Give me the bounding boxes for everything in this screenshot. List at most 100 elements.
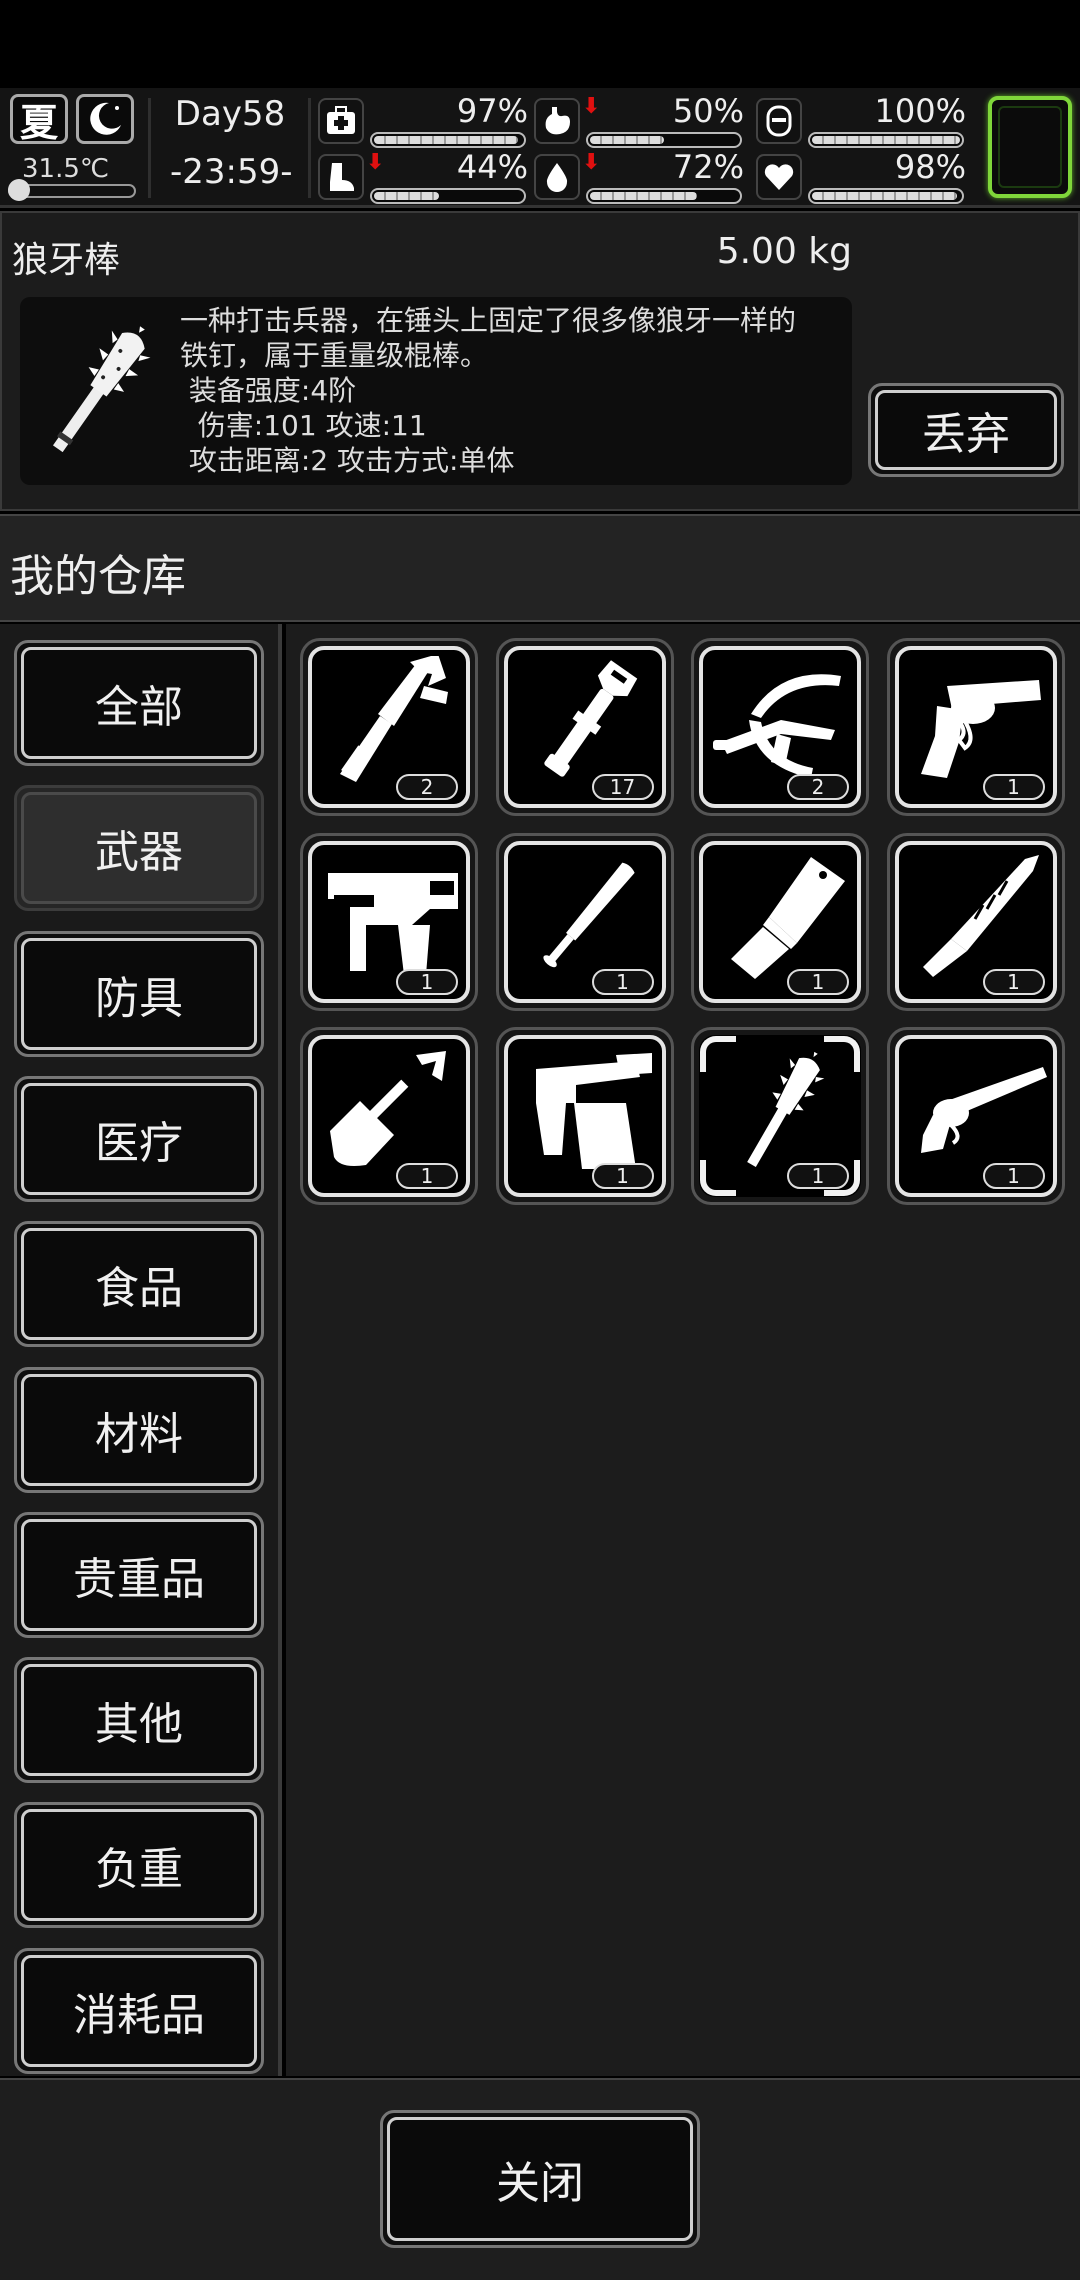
stat-bar: [808, 132, 964, 148]
close-button[interactable]: 关闭: [380, 2110, 700, 2248]
category-label: 材料: [21, 1373, 257, 1486]
slot-frame: 1: [894, 1035, 1057, 1197]
slot-frame: 1: [699, 840, 861, 1003]
item-count-badge: 2: [787, 774, 849, 800]
boot-icon: [318, 154, 364, 200]
down-arrow-icon: ⬇: [582, 150, 601, 175]
stat-value: 98%: [894, 148, 966, 186]
category-label: 负重: [21, 1809, 257, 1922]
item-count-badge: 1: [982, 968, 1045, 995]
category-tab-9[interactable]: 负重: [14, 1802, 264, 1929]
inventory-slot[interactable]: 1: [691, 1027, 869, 1205]
item-count-badge: 17: [591, 774, 654, 800]
category-label: 消耗品: [21, 1954, 257, 2067]
equipped-slot[interactable]: [988, 96, 1072, 198]
slot-frame: 1: [503, 1035, 666, 1197]
inventory-slot[interactable]: 17: [495, 638, 674, 816]
stomach-icon: [534, 98, 580, 144]
inventory-slot[interactable]: 1: [691, 832, 869, 1011]
category-tab-7[interactable]: 贵重品: [14, 1511, 264, 1638]
item-count-badge: 1: [591, 1163, 654, 1189]
item-count-badge: 2: [396, 774, 458, 800]
category-tab-8[interactable]: 其他: [14, 1657, 264, 1784]
clock-time: -23:59-: [170, 152, 293, 192]
down-arrow-icon: ⬇: [582, 94, 601, 119]
item-count-badge: 1: [396, 968, 458, 995]
warehouse-header: 我的仓库: [0, 514, 1080, 622]
stat-value: 97%: [456, 92, 528, 130]
stat-stamina: ⬇ 44%: [318, 148, 528, 206]
close-button-label: 关闭: [387, 2117, 693, 2241]
slot-frame: 1: [894, 840, 1057, 1003]
item-name: 狼牙棒: [12, 240, 121, 281]
slot-frame: 17: [503, 646, 666, 808]
thermometer-icon: [8, 179, 30, 201]
item-description: 一种打击兵器，在锤头上固定了很多像狼牙一样的 铁钉，属于重量级棍棒。 装备强度:…: [180, 304, 797, 477]
category-label: 防具: [21, 937, 257, 1050]
item-count-badge: 1: [787, 968, 849, 995]
slot-frame: 1: [503, 840, 666, 1003]
category-tab-6[interactable]: 材料: [14, 1366, 264, 1493]
category-label: 全部: [21, 647, 257, 759]
inventory-slot[interactable]: 1: [886, 832, 1065, 1011]
inventory-slot[interactable]: 1: [495, 832, 674, 1011]
stat-hunger: ⬇ 50%: [534, 92, 744, 150]
stat-value: 100%: [874, 92, 966, 130]
stat-bar: [586, 188, 742, 204]
stat-mood: 100%: [756, 92, 966, 150]
inventory-slot[interactable]: 1: [495, 1027, 674, 1205]
down-arrow-icon: ⬇: [366, 150, 385, 175]
inventory-slot[interactable]: 2: [300, 638, 478, 816]
season-badge: 夏: [10, 94, 68, 145]
slot-frame: 2: [699, 646, 861, 808]
inventory-slot[interactable]: 1: [886, 638, 1065, 816]
item-description-box: 一种打击兵器，在锤头上固定了很多像狼牙一样的 铁钉，属于重量级棍棒。 装备强度:…: [20, 297, 852, 485]
drop-button[interactable]: 丢弃: [868, 383, 1064, 477]
category-tab-2[interactable]: 武器: [14, 785, 264, 912]
stat-bar: [808, 188, 964, 204]
heart-icon: [756, 154, 802, 200]
stat-bar: [586, 132, 742, 148]
stat-heart: 98%: [756, 148, 966, 206]
inventory-slot[interactable]: 1: [300, 832, 478, 1011]
category-tab-4[interactable]: 医疗: [14, 1075, 264, 1202]
item-count-badge: 1: [982, 774, 1045, 800]
category-label: 食品: [21, 1228, 257, 1341]
category-label: 医疗: [21, 1082, 257, 1195]
stat-thirst: ⬇ 72%: [534, 148, 744, 206]
category-label: 贵重品: [21, 1518, 257, 1631]
category-tab-10[interactable]: 消耗品: [14, 1947, 264, 2074]
spiked-club-icon: [52, 326, 151, 453]
category-tab-5[interactable]: 食品: [14, 1221, 264, 1348]
stat-value: 50%: [672, 92, 744, 130]
category-tab-1[interactable]: 全部: [14, 640, 264, 766]
item-count-badge: 1: [591, 968, 654, 995]
slot-frame: 1: [894, 646, 1057, 808]
stat-health: 97%: [318, 92, 528, 150]
status-bar: 夏 31.5℃ Day58 -23:59- 97% ⬇ 50% 100% ⬇ 44% ⬇ 72…: [0, 88, 1080, 208]
inventory-slot[interactable]: 2: [691, 638, 869, 816]
slot-frame: 1: [308, 1035, 470, 1197]
inventory-slot[interactable]: 1: [886, 1027, 1065, 1205]
slot-frame: 2: [308, 646, 470, 808]
temperature-text: 31.5℃: [22, 154, 110, 184]
inventory-slot[interactable]: 1: [300, 1027, 478, 1205]
day-counter: Day58: [174, 94, 286, 134]
face-icon: [756, 98, 802, 144]
category-tab-3[interactable]: 防具: [14, 930, 264, 1057]
item-count-badge: 1: [982, 1163, 1045, 1189]
bottom-bar: 关闭: [0, 2078, 1080, 2280]
warehouse-title: 我的仓库: [10, 551, 186, 602]
item-count-badge: 1: [396, 1163, 458, 1189]
slot-frame: 1: [308, 840, 470, 1003]
stat-bar: [370, 188, 526, 204]
category-label: 武器: [21, 792, 257, 905]
stat-value: 44%: [456, 148, 528, 186]
stat-bar: [370, 132, 526, 148]
category-sidebar: 全部武器防具医疗食品材料贵重品其他负重消耗品: [0, 624, 282, 2076]
item-detail-panel: 狼牙棒 5.00 kg 一种打击兵器，在锤头上固定了很多像狼牙一样的 铁钉，属于…: [0, 211, 1080, 511]
item-weight: 5.00 kg: [716, 231, 852, 272]
drop-button-label: 丢弃: [875, 390, 1057, 470]
first-aid-icon: [318, 98, 364, 144]
inventory-grid: 2 17 2 1 1 1 1 1 1 1 1 1: [286, 624, 1080, 2076]
